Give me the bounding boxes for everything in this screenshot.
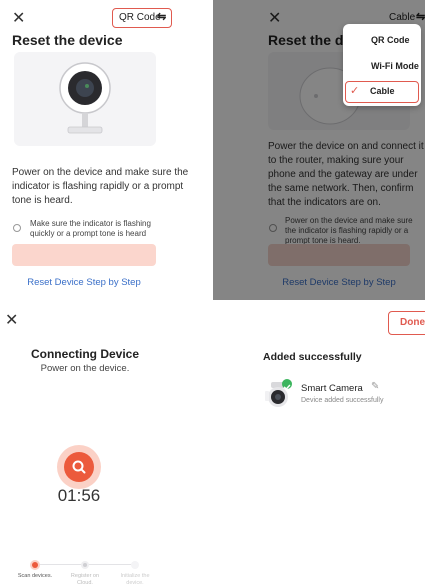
done-button[interactable]: Done <box>388 311 425 335</box>
device-name: Smart Camera <box>301 383 363 394</box>
mode-switch-button[interactable]: QR Code ⇋ <box>112 8 172 28</box>
success-heading: Added successfully <box>263 351 362 363</box>
camera-illustration-icon <box>59 62 111 134</box>
menu-item-wifi-mode[interactable]: Wi-Fi Mode <box>371 61 419 71</box>
swap-icon: ⇋ <box>157 11 167 23</box>
close-icon[interactable]: ✕ <box>5 312 18 328</box>
confirm-text: Make sure the indicator is flashing quic… <box>30 219 151 238</box>
close-icon[interactable]: ✕ <box>12 10 25 26</box>
step-label-initialize: Initialize the device. <box>120 573 150 585</box>
countdown-timer: 01:56 <box>57 486 101 505</box>
device-list-item[interactable]: Smart Camera ✎ Device added successfully <box>263 379 423 409</box>
device-illustration <box>14 52 156 146</box>
check-icon <box>282 379 292 390</box>
step-label-register: Register on Cloud. <box>70 573 100 585</box>
menu-item-qr-code[interactable]: QR Code <box>371 35 410 45</box>
step-label-scan: Scan devices. <box>17 573 53 579</box>
device-status: Device added successfully <box>301 397 384 404</box>
search-icon <box>72 460 86 474</box>
step-dot-scan <box>30 560 40 570</box>
page-subtitle: Power on the device. <box>40 363 130 374</box>
connecting-device-panel: ✕ Connecting Device Power on the device.… <box>0 301 212 585</box>
step-dot-initialize <box>131 561 139 569</box>
reset-step-link[interactable]: Reset Device Step by Step <box>12 277 156 288</box>
instruction-text: Power on the device and make sure the in… <box>12 167 189 206</box>
added-successfully-panel: Done Added successfully Smart Camera ✎ D… <box>213 301 425 585</box>
reset-device-panel-cable: ✕ Cable ⇋ Reset the device Power the dev… <box>213 0 425 300</box>
checkmark-icon: ✓ <box>350 85 360 97</box>
pencil-icon[interactable]: ✎ <box>371 381 379 392</box>
menu-item-label: Cable <box>370 86 395 96</box>
done-button-label: Done <box>400 317 425 328</box>
confirm-checkbox[interactable] <box>13 224 21 232</box>
step-dot-register <box>81 561 89 569</box>
menu-item-cable[interactable]: ✓ Cable <box>345 81 419 103</box>
page-title: Connecting Device <box>30 347 140 361</box>
page-title: Reset the device <box>12 32 123 48</box>
scanning-core <box>64 452 94 482</box>
mode-label: QR Code <box>119 12 161 23</box>
reset-device-panel: ✕ QR Code ⇋ Reset the device Power on th… <box>0 0 212 300</box>
scanning-indicator <box>57 445 101 489</box>
connection-mode-menu: QR Code Wi-Fi Mode ✓ Cable <box>343 24 421 106</box>
next-button[interactable] <box>12 244 156 266</box>
